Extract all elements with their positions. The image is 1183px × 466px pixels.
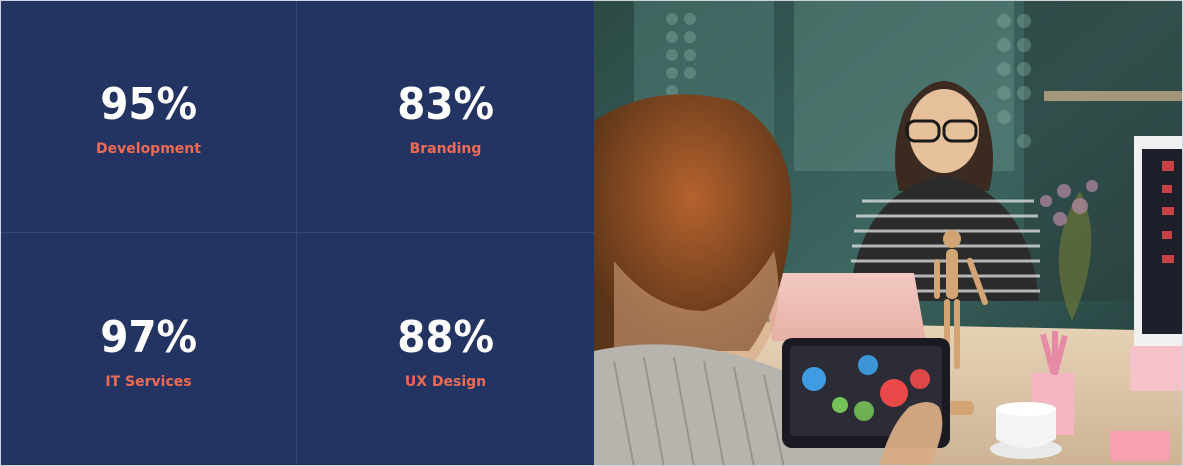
office-photo <box>594 1 1182 465</box>
stat-label: Branding <box>409 140 482 157</box>
stats-grid: 95% Development 83% Branding 97% IT Serv… <box>1 1 594 465</box>
stat-ux-design: 88% UX Design <box>297 233 594 465</box>
stat-value: 95% <box>100 78 197 130</box>
stat-value: 88% <box>397 311 494 363</box>
stat-value: 83% <box>397 78 494 130</box>
stat-label: IT Services <box>105 373 192 390</box>
stat-development: 95% Development <box>1 1 297 233</box>
stat-label: Development <box>96 140 201 157</box>
stat-label: UX Design <box>404 373 487 390</box>
stat-value: 97% <box>100 311 197 363</box>
stats-section: 95% Development 83% Branding 97% IT Serv… <box>0 0 1183 466</box>
stat-branding: 83% Branding <box>297 1 594 233</box>
stat-it-services: 97% IT Services <box>1 233 297 465</box>
office-photo-illustration <box>594 1 1182 465</box>
